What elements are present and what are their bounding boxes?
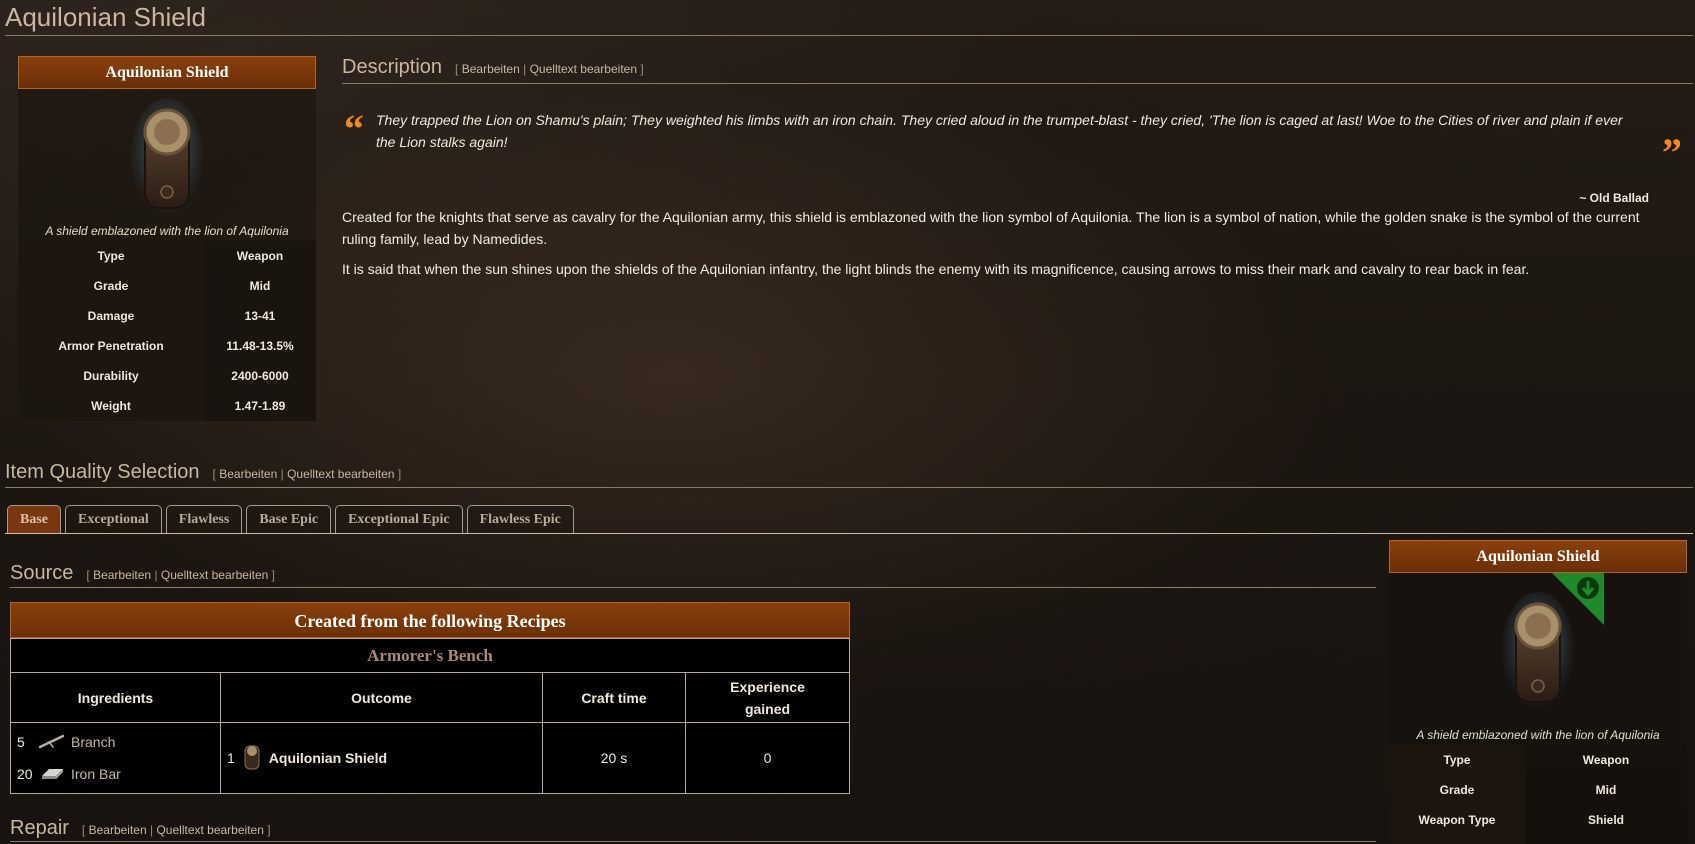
- shield-icon: [131, 96, 203, 214]
- tab-flawless-epic[interactable]: Flawless Epic: [466, 505, 574, 533]
- stat-value: Weapon: [1525, 745, 1687, 775]
- ingredient-item[interactable]: 5 Branch: [17, 726, 220, 758]
- item-infobox: Aquilonian Shield A shield emblazoned wi…: [18, 56, 316, 421]
- description-paragraph: Created for the knights that serve as ca…: [342, 209, 1640, 247]
- infobox-stats: TypeWeapon GradeMid Weapon TypeShield Da…: [1389, 745, 1687, 844]
- recipe-title: Created from the following Recipes: [10, 602, 850, 638]
- infobox-stats: Type Weapon Grade Mid Damage 13-41 Armor Pe…: [18, 241, 316, 421]
- description-heading: Description [ Bearbeiten | Quelltext bea…: [342, 56, 644, 79]
- stat-key: Weapon Type: [1389, 805, 1525, 835]
- stat-row: Weapon Type Shield: [1389, 805, 1687, 835]
- stat-key: Durability: [18, 361, 204, 391]
- tab-flawless[interactable]: Flawless: [165, 505, 243, 533]
- infobox-image[interactable]: [18, 89, 316, 221]
- infobox-caption: A shield emblazoned with the lion of Aqu…: [45, 224, 289, 238]
- stat-row: Damage 13-41: [18, 301, 316, 331]
- stat-key: Grade: [18, 271, 204, 301]
- section-title: Description: [342, 56, 443, 78]
- description-divider: [342, 83, 1693, 84]
- stat-value: 2400-6000: [204, 361, 316, 391]
- stat-value: Weapon: [204, 241, 316, 271]
- experience-cell: 0: [685, 722, 850, 794]
- stat-value: Shield: [1525, 805, 1687, 835]
- section-title: Item Quality Selection: [5, 461, 200, 483]
- stat-key: Armor Penetration: [18, 331, 204, 361]
- edit-link[interactable]: Bearbeiten: [89, 823, 147, 837]
- source-heading: Source [ Bearbeiten | Quelltext bearbeit…: [10, 562, 275, 585]
- stat-row: Durability 2400-6000: [18, 361, 316, 391]
- infobox-title: Aquilonian Shield: [18, 56, 316, 89]
- tabs-divider: [5, 533, 1693, 534]
- repair-heading: Repair [ Bearbeiten | Quelltext bearbeit…: [10, 817, 271, 840]
- stat-key: Damage: [18, 301, 204, 331]
- infobox-title: Aquilonian Shield: [1389, 540, 1687, 573]
- stat-row: Grade Mid: [18, 271, 316, 301]
- source-edit-link[interactable]: Quelltext bearbeiten: [287, 467, 394, 481]
- craft-time-cell: 20 s: [542, 722, 686, 794]
- stat-value: 13-41: [204, 301, 316, 331]
- quality-tabs: Base Exceptional Flawless Base Epic Exce…: [7, 505, 574, 533]
- download-icon[interactable]: [1552, 573, 1604, 630]
- edit-link[interactable]: Bearbeiten: [219, 467, 277, 481]
- edit-link[interactable]: Bearbeiten: [462, 62, 520, 76]
- edit-links: [ Bearbeiten | Quelltext bearbeiten ]: [455, 62, 644, 76]
- repair-divider: [10, 841, 1376, 842]
- col-craft-time: Craft time: [542, 672, 686, 723]
- iron-bar-icon: [39, 765, 65, 784]
- quote-text: They trapped the Lion on Shamu's plain; …: [376, 112, 1623, 150]
- branch-icon: [38, 733, 65, 752]
- stat-key: Type: [18, 241, 204, 271]
- shield-icon: [241, 743, 263, 774]
- close-quote-icon: ”: [1662, 130, 1682, 175]
- edit-link[interactable]: Bearbeiten: [93, 568, 151, 582]
- infobox-caption: A shield emblazoned with the lion of Aqu…: [1416, 728, 1660, 742]
- col-ingredients: Ingredients: [10, 672, 221, 723]
- stat-row: Weight 1.47-1.89: [18, 391, 316, 421]
- section-title: Source: [10, 562, 74, 584]
- page-title: Aquilonian Shield: [5, 2, 206, 32]
- edit-links: [ Bearbeiten | Quelltext bearbeiten ]: [81, 823, 271, 837]
- quote-block: “ They trapped the Lion on Shamu's plain…: [342, 106, 1682, 206]
- recipe-table: Created from the following Recipes Armor…: [10, 602, 850, 794]
- stat-row: Type Weapon: [1389, 745, 1687, 775]
- stat-value: Mid: [1525, 775, 1687, 805]
- edit-links: [ Bearbeiten | Quelltext bearbeiten ]: [212, 467, 402, 481]
- source-divider: [10, 587, 1376, 588]
- stat-row: Damage13: [1389, 835, 1687, 844]
- stat-key: Grade: [1389, 775, 1525, 805]
- description-paragraph: It is said that when the sun shines upon…: [342, 261, 1530, 277]
- stat-key: Damage: [1389, 835, 1525, 844]
- outcome-cell: 1 Aquilonian Shield: [220, 722, 543, 794]
- stat-value: 1.47-1.89: [204, 391, 316, 421]
- edit-links: [ Bearbeiten | Quelltext bearbeiten ]: [86, 568, 276, 582]
- stat-value: 13: [1525, 835, 1687, 844]
- infobox-image[interactable]: [1389, 573, 1687, 725]
- source-edit-link[interactable]: Quelltext bearbeiten: [161, 568, 268, 582]
- crafting-station[interactable]: Armorer's Bench: [10, 638, 850, 673]
- stat-row: Armor Penetration 11.48-13.5%: [18, 331, 316, 361]
- source-edit-link[interactable]: Quelltext bearbeiten: [156, 823, 263, 837]
- quality-divider: [5, 487, 1693, 488]
- title-divider: [5, 35, 1693, 36]
- quality-infobox: Aquilonian Shield A shield emblazoned wi…: [1389, 540, 1687, 844]
- col-experience: Experience gained: [685, 672, 850, 723]
- col-outcome: Outcome: [220, 672, 543, 723]
- stat-value: Mid: [204, 271, 316, 301]
- stat-row: Grade Mid: [1389, 775, 1687, 805]
- ingredients-cell: 5 Branch 20 Iron Bar: [10, 722, 221, 794]
- tab-base[interactable]: Base: [7, 505, 61, 533]
- stat-key: Type: [1389, 745, 1525, 775]
- stat-key: Weight: [18, 391, 204, 421]
- source-edit-link[interactable]: Quelltext bearbeiten: [530, 62, 637, 76]
- ingredient-item[interactable]: 20 Iron Bar: [17, 758, 220, 790]
- stat-value: 11.48-13.5%: [204, 331, 316, 361]
- open-quote-icon: “: [344, 106, 364, 151]
- tab-exceptional-epic[interactable]: Exceptional Epic: [335, 505, 463, 533]
- section-title: Repair: [10, 817, 69, 839]
- stat-row: Type Weapon: [18, 241, 316, 271]
- tab-exceptional[interactable]: Exceptional: [65, 505, 162, 533]
- quality-heading: Item Quality Selection [ Bearbeiten | Qu…: [5, 461, 401, 484]
- tab-base-epic[interactable]: Base Epic: [246, 505, 332, 533]
- outcome-item[interactable]: 1 Aquilonian Shield: [227, 743, 542, 774]
